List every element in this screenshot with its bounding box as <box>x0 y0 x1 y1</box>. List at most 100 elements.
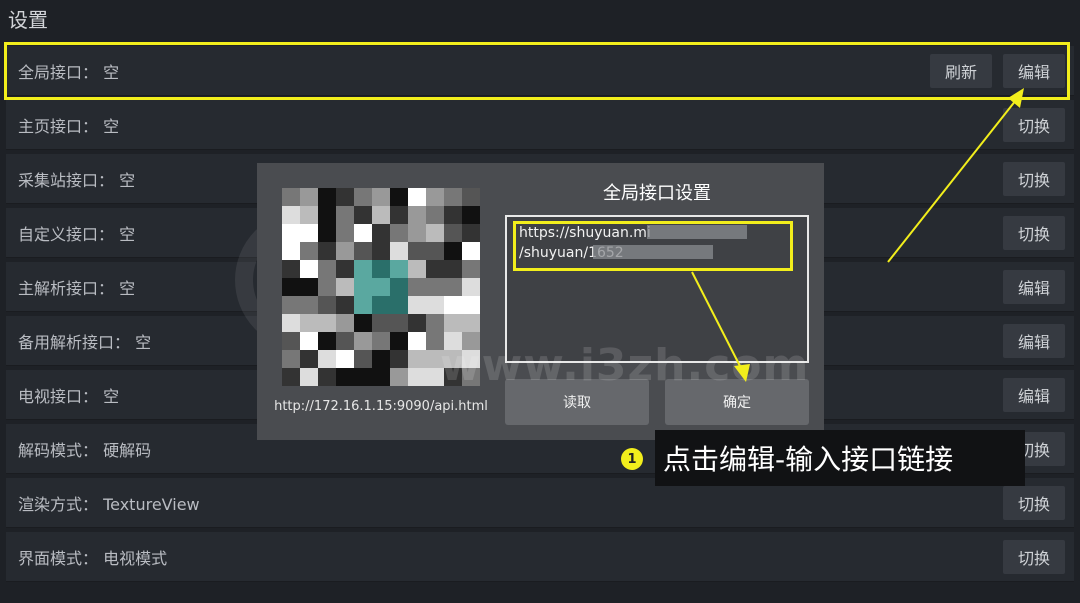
qr-pixel <box>318 188 336 206</box>
qr-pixel <box>426 188 444 206</box>
qr-pixel <box>282 188 300 206</box>
edit-button[interactable]: 编辑 <box>1003 270 1065 304</box>
qr-pixel <box>462 296 480 314</box>
qr-pixel <box>354 368 372 386</box>
qr-pixel <box>300 242 318 260</box>
qr-pixel <box>372 278 390 296</box>
qr-pixel <box>318 260 336 278</box>
qr-pixel <box>336 296 354 314</box>
qr-pixel <box>300 260 318 278</box>
qr-pixel <box>408 260 426 278</box>
qr-pixel <box>390 224 408 242</box>
qr-pixel <box>390 242 408 260</box>
edit-button[interactable]: 编辑 <box>1003 378 1065 412</box>
annotation-caption: 点击编辑-输入接口链接 <box>655 430 1025 486</box>
qr-pixel <box>390 206 408 224</box>
qr-pixel <box>354 332 372 350</box>
step-number-badge: 1 <box>621 448 643 470</box>
qr-pixel <box>426 260 444 278</box>
qr-pixel <box>318 296 336 314</box>
qr-pixel <box>408 278 426 296</box>
qr-pixel <box>282 242 300 260</box>
qr-pixel <box>336 260 354 278</box>
qr-pixel <box>444 296 462 314</box>
qr-pixel <box>318 314 336 332</box>
qr-pixel <box>282 278 300 296</box>
settings-row-label: 渲染方式： TextureView <box>18 494 200 514</box>
qr-pixel <box>336 332 354 350</box>
qr-pixel <box>426 278 444 296</box>
qr-pixel <box>300 314 318 332</box>
qr-pixel <box>426 314 444 332</box>
qr-pixel <box>336 242 354 260</box>
qr-pixel <box>390 314 408 332</box>
qr-pixel <box>408 224 426 242</box>
qr-pixel <box>462 242 480 260</box>
qr-pixel <box>408 296 426 314</box>
qr-pixel <box>336 188 354 206</box>
qr-pixel <box>300 224 318 242</box>
settings-row-label: 主解析接口： 空 <box>18 278 136 298</box>
qr-pixel <box>390 350 408 368</box>
settings-row[interactable]: 主页接口： 空 切换 <box>6 100 1074 150</box>
settings-row[interactable]: 界面模式： 电视模式 切换 <box>6 532 1074 582</box>
qr-pixel <box>282 332 300 350</box>
qr-pixel <box>444 278 462 296</box>
switch-button[interactable]: 切换 <box>1003 108 1065 142</box>
qr-pixel <box>390 296 408 314</box>
qr-pixel <box>426 206 444 224</box>
qr-pixel <box>354 224 372 242</box>
qr-pixel <box>408 242 426 260</box>
qr-pixel <box>444 314 462 332</box>
qr-pixel <box>444 188 462 206</box>
global-interface-dialog: http://172.16.1.15:9090/api.html 全局接口设置 … <box>257 163 824 440</box>
edit-button[interactable]: 编辑 <box>1003 324 1065 358</box>
qr-pixel <box>408 350 426 368</box>
qr-pixel <box>300 368 318 386</box>
qr-pixel <box>300 350 318 368</box>
qr-pixel <box>354 206 372 224</box>
qr-pixel <box>372 350 390 368</box>
qr-pixel <box>318 242 336 260</box>
qr-pixel <box>282 368 300 386</box>
qr-pixel <box>318 350 336 368</box>
qr-pixel <box>336 224 354 242</box>
qr-pixel <box>282 224 300 242</box>
qr-pixel <box>390 278 408 296</box>
qr-pixel <box>336 350 354 368</box>
qr-url-text: http://172.16.1.15:9090/api.html <box>274 399 488 414</box>
qr-pixel <box>372 224 390 242</box>
switch-button[interactable]: 切换 <box>1003 216 1065 250</box>
qr-pixel <box>372 314 390 332</box>
qr-pixel <box>300 188 318 206</box>
qr-pixel <box>318 206 336 224</box>
qr-pixel <box>462 314 480 332</box>
qr-pixel <box>354 314 372 332</box>
switch-button[interactable]: 切换 <box>1003 162 1065 196</box>
qr-pixel <box>426 242 444 260</box>
qr-pixel <box>408 368 426 386</box>
qr-pixel <box>372 188 390 206</box>
qr-pixel <box>444 206 462 224</box>
qr-pixel <box>300 296 318 314</box>
qr-pixel <box>300 278 318 296</box>
switch-button[interactable]: 切换 <box>1003 540 1065 574</box>
qr-pixel <box>372 368 390 386</box>
qr-pixel <box>390 260 408 278</box>
qr-pixel <box>408 314 426 332</box>
qr-pixel <box>444 260 462 278</box>
qr-pixel <box>408 332 426 350</box>
highlight-global-interface-row <box>4 42 1070 100</box>
qr-pixel <box>444 242 462 260</box>
qr-pixel <box>318 278 336 296</box>
qr-pixel <box>372 206 390 224</box>
qr-pixel <box>462 260 480 278</box>
qr-pixel <box>336 206 354 224</box>
qr-pixel <box>354 260 372 278</box>
switch-button[interactable]: 切换 <box>1003 486 1065 520</box>
qr-pixel <box>336 278 354 296</box>
annotation-text: 点击编辑-输入接口链接 <box>663 443 954 476</box>
settings-row-label: 自定义接口： 空 <box>18 224 136 244</box>
qr-pixel <box>318 332 336 350</box>
qr-pixel <box>372 332 390 350</box>
